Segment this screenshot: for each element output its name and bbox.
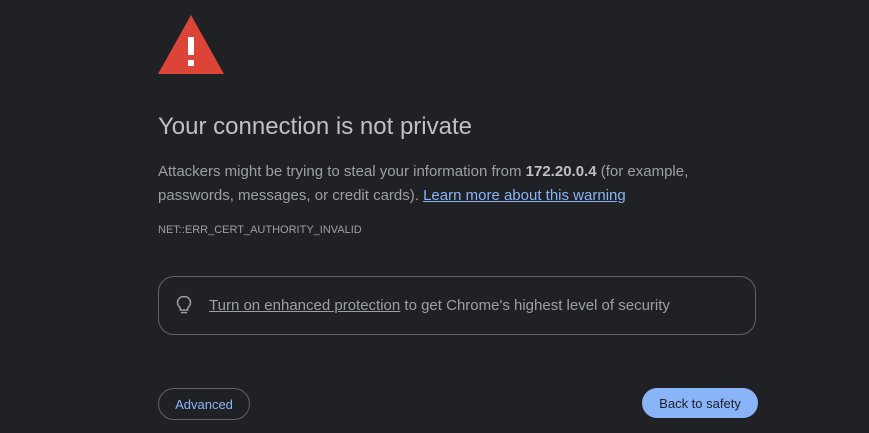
enhanced-protection-text: Turn on enhanced protection to get Chrom… — [209, 297, 670, 314]
advanced-button[interactable]: Advanced — [158, 388, 250, 420]
enhanced-protection-link[interactable]: Turn on enhanced protection — [209, 297, 400, 314]
host-address: 172.20.0.4 — [525, 163, 597, 180]
warning-triangle-icon — [158, 15, 224, 74]
learn-more-link[interactable]: Learn more about this warning — [423, 187, 626, 204]
enhanced-protection-box: Turn on enhanced protection to get Chrom… — [158, 276, 756, 335]
enhanced-protection-suffix: to get Chrome's highest level of securit… — [400, 297, 670, 314]
error-code: NET::ERR_CERT_AUTHORITY_INVALID — [158, 224, 362, 236]
message-text-before: Attackers might be trying to steal your … — [158, 163, 526, 180]
warning-message: Attackers might be trying to steal your … — [158, 160, 758, 208]
lightbulb-icon — [176, 295, 192, 314]
page-title: Your connection is not private — [158, 113, 472, 140]
back-to-safety-button[interactable]: Back to safety — [642, 388, 758, 418]
